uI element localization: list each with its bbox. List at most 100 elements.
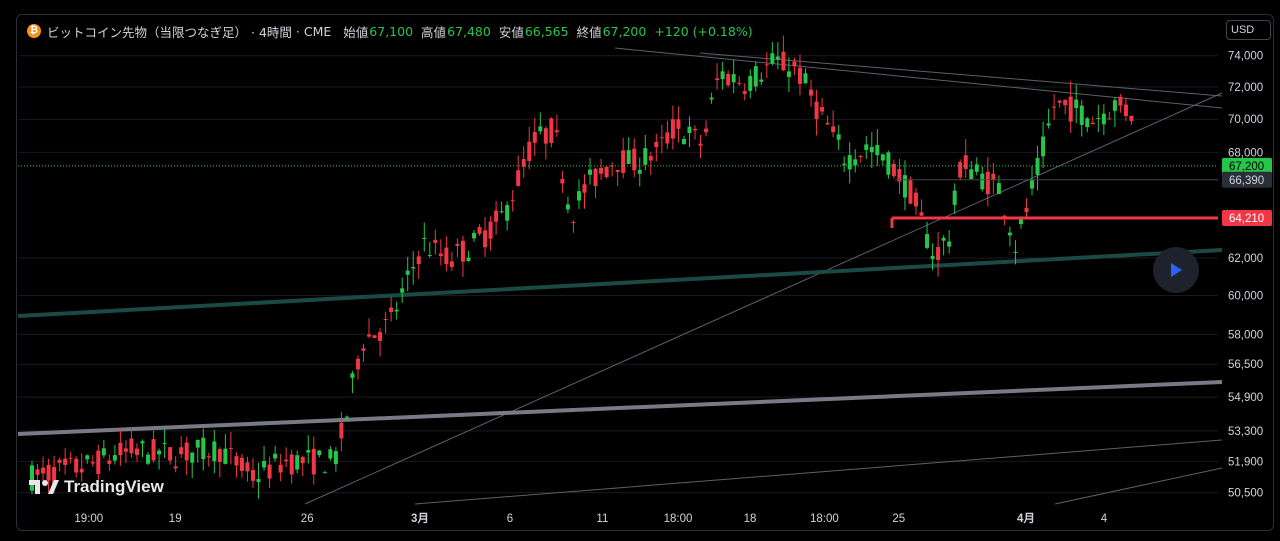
candle-body [123,448,128,452]
candle-body [466,257,471,262]
bottom-channel-line[interactable] [1054,467,1223,505]
time-tick-label: 19 [169,513,182,525]
candle-body [179,447,184,455]
candle-body [383,319,388,321]
candle-body [422,238,427,240]
candle-body [333,451,338,465]
exchange: · CME [295,23,332,39]
candle-body [781,51,786,71]
close-label: 終値 [576,24,602,40]
candle-body [720,71,725,80]
price-tick-label: 72,000 [1228,82,1263,94]
candle-body [389,307,394,312]
upper-resistance-line[interactable] [614,47,1223,109]
candle-body [41,467,46,474]
open-value: 67,100 [369,23,414,39]
rising-support-line[interactable] [304,92,1223,505]
candles [30,35,1134,499]
candle-body [256,478,261,483]
teal-trendline[interactable] [17,248,1223,318]
gray-trendline[interactable] [17,380,1223,436]
candle-body [737,82,742,84]
candle-body [394,309,399,312]
candle-body [599,167,604,174]
candle-body [985,171,990,195]
price-tick-label: 51,900 [1228,456,1263,468]
candle-body [1090,122,1095,125]
timeframe[interactable]: · 4時間 [251,22,292,41]
candlestick-chart[interactable]: 74,000 72,000 70,000 68,000 62,000 60,000 58,0… [0,0,1280,541]
candle-body [621,150,626,174]
time-axis[interactable]: 19:00 19 26 3月 6 11 18:00 18 18:00 25 4月 4 [74,512,1107,525]
price-tick-label: 60,000 [1228,291,1263,303]
price-tick-label: 54,900 [1228,392,1263,404]
candle-body [378,332,383,342]
candle-body [726,73,731,86]
candle-body [1112,100,1117,111]
candle-body [35,469,40,475]
candle-body [1041,136,1046,157]
candle-body [311,448,316,475]
candle-body [90,462,95,464]
tradingview-logo[interactable]: TradingView [29,477,164,497]
candle-body [146,454,151,464]
candle-body [157,450,162,455]
candle-body [427,255,432,257]
candle-body [472,232,476,239]
price-axis[interactable]: 74,000 72,000 70,000 68,000 62,000 60,000 58,0… [1228,51,1263,500]
candle-body [797,67,802,84]
candle-body [289,454,294,475]
candle-body [1013,251,1018,253]
candle-body [538,126,543,132]
candle-body [549,118,554,144]
candle-body [262,460,267,468]
high-value: 67,480 [447,23,491,39]
candle-body [1063,99,1068,106]
candle-body [831,126,836,133]
candle-body [847,155,852,170]
candle-body [1046,123,1051,126]
candle-body [234,456,239,466]
time-tick-label: 4 [1101,513,1108,525]
candle-body [284,459,289,462]
candle-body [477,227,482,234]
symbol-name[interactable]: ビットコイン先物（当限つなぎ足） [47,22,247,41]
candle-body [350,373,355,378]
price-tick-label: 53,300 [1228,426,1263,438]
candle-body [367,334,372,337]
candle-body [665,132,670,144]
price-tick-label: 70,000 [1228,114,1263,126]
candle-body [770,53,775,64]
candle-body [687,126,692,134]
candle-body [565,204,570,210]
candle-body [1024,208,1029,212]
candle-body [632,148,637,171]
replay-button[interactable] [1153,247,1199,293]
price-tick-label: 50,500 [1228,488,1263,500]
price-tick-label: 58,000 [1228,329,1263,341]
candle-body [853,159,858,166]
candle-body [963,155,968,169]
candle-body [239,457,244,471]
candle-body [527,141,532,161]
candle-body [505,205,510,221]
candle-body [969,169,974,179]
candle-body [698,143,703,146]
currency-selector[interactable]: USD [1226,20,1271,40]
candle-body [532,131,537,143]
candle-body [637,169,642,174]
candle-body [322,472,327,474]
candle-body [1057,100,1062,103]
candle-body [709,97,714,100]
candle-body [842,163,847,165]
candle-body [1052,106,1057,108]
candle-body [742,91,747,94]
candle-body [576,191,581,201]
candle-body [1030,179,1035,189]
candle-body [400,288,405,293]
trendlines[interactable] [17,47,1223,505]
candle-body [306,450,311,453]
close-value: 67,200 [602,23,647,39]
candle-body [803,73,808,84]
candle-body [344,416,349,418]
